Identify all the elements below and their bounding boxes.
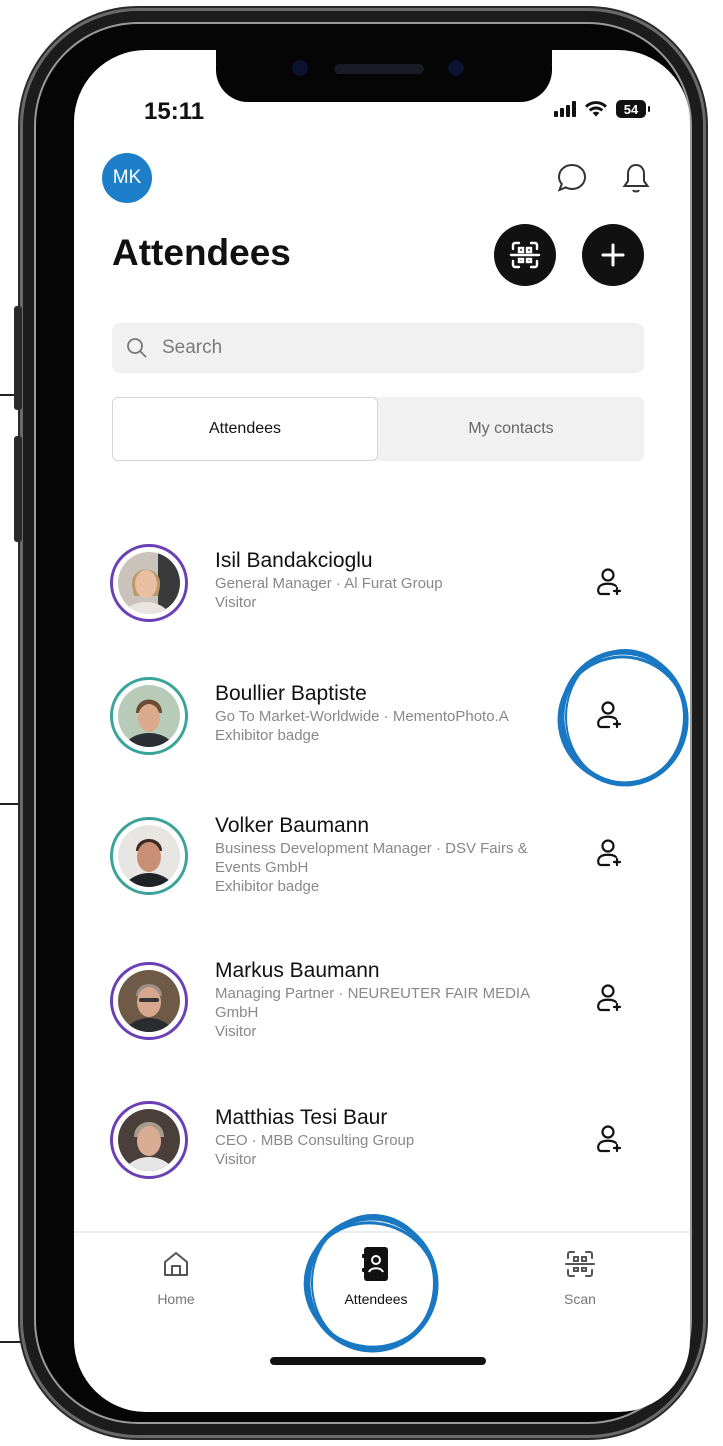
contacts-book-icon [360,1245,392,1283]
phone-screen: 15:11 54 MK Attendees Search Attendees M… [74,50,690,1412]
qr-scan-icon [564,1245,596,1283]
avatar [110,962,188,1040]
segmented-tabs: Attendees My contacts [112,397,644,461]
plus-icon [601,243,625,267]
avatar [110,544,188,622]
cellular-signal-icon [554,101,576,117]
nav-scan-label: Scan [564,1291,596,1307]
attendee-name: Isil Bandakcioglu [215,549,373,572]
nav-attendees-label: Attendees [344,1291,408,1307]
home-icon [161,1245,191,1283]
attendee-badge: Visitor [215,594,257,611]
search-icon [126,336,150,360]
home-indicator [270,1357,486,1365]
volume-down-button [14,436,22,542]
attendee-badge: Visitor [215,1023,257,1040]
tab-my-contacts[interactable]: My contacts [378,397,644,461]
battery-icon: 54 [616,100,650,118]
add-contact-icon[interactable] [590,835,626,871]
tab-attendees[interactable]: Attendees [112,397,378,461]
attendee-subtitle: CEO · MBB Consulting Group [215,1132,415,1149]
attendee-subtitle: Go To Market-Worldwide · MementoPhoto.A [215,708,509,725]
avatar [110,1101,188,1179]
nav-home-label: Home [157,1291,195,1307]
tab-bar-divider [74,1231,690,1233]
attendee-subtitle: Business Development Manager · DSV Fairs… [215,840,528,876]
status-icons: 54 [554,100,650,118]
attendee-name: Volker Baumann [215,814,370,837]
page-title: Attendees [112,232,291,273]
bell-icon[interactable] [618,160,654,196]
nav-home[interactable]: Home [106,1245,246,1307]
avatar [110,677,188,755]
nav-scan[interactable]: Scan [510,1245,650,1307]
add-contact-icon[interactable] [590,697,626,733]
speaker-grille [334,64,424,74]
search-bar[interactable]: Search [112,323,644,373]
scan-button[interactable] [494,224,556,286]
wifi-icon [585,101,607,117]
add-contact-icon[interactable] [590,564,626,600]
attendee-badge: Exhibitor badge [215,727,320,744]
attendee-name: Markus Baumann [215,959,380,982]
status-time: 15:11 [144,98,205,125]
chat-icon[interactable] [554,160,590,196]
attendee-badge: Exhibitor badge [215,878,320,895]
add-contact-icon[interactable] [590,1121,626,1157]
camera-icon [292,60,308,76]
user-avatar[interactable]: MK [102,153,152,203]
sensor-icon [448,60,464,76]
attendee-subtitle: General Manager · Al Furat Group [215,575,443,592]
volume-up-button [14,306,22,410]
qr-scan-icon [509,241,541,269]
nav-attendees[interactable]: Attendees [306,1245,446,1307]
attendee-name: Matthias Tesi Baur [215,1106,388,1129]
attendee-name: Boullier Baptiste [215,682,367,705]
search-input[interactable]: Search [162,337,222,359]
attendee-badge: Visitor [215,1151,257,1168]
attendee-subtitle: Managing Partner · NEUREUTER FAIR MEDIA … [215,985,530,1021]
notch [216,50,552,102]
avatar [110,817,188,895]
add-button[interactable] [582,224,644,286]
add-contact-icon[interactable] [590,980,626,1016]
